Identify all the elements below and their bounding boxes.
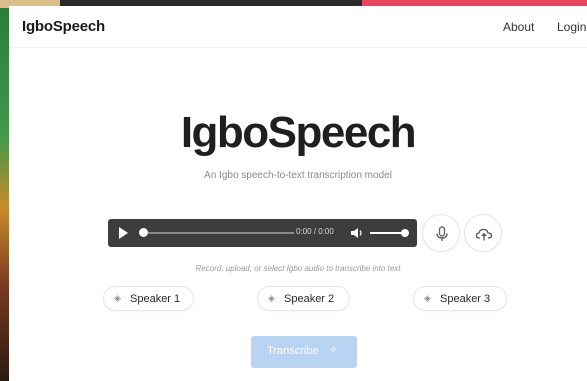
speaker-2-label: Speaker 2	[284, 293, 335, 305]
time-display: 0:00 / 0:00	[296, 227, 334, 236]
seek-bar[interactable]	[144, 232, 294, 234]
transcribe-button[interactable]: Transcribe ✧	[251, 336, 357, 368]
instruction-text: Record, upload, or select Igbo audio to …	[195, 264, 401, 273]
speaker-2-button[interactable]: ◈ Speaker 2	[257, 286, 350, 311]
audio-player: 0:00 / 0:00	[108, 219, 417, 247]
sparkle-icon: ✧	[329, 345, 338, 356]
seek-handle[interactable]	[139, 228, 148, 237]
cloud-upload-icon	[475, 228, 493, 241]
play-icon[interactable]	[119, 227, 128, 239]
page-subtitle: An Igbo speech-to-text transcription mod…	[204, 170, 392, 181]
microphone-icon	[436, 226, 448, 241]
nav-login-link[interactable]: Login	[557, 20, 586, 34]
volume-icon[interactable]	[350, 226, 364, 240]
record-button[interactable]	[422, 214, 460, 252]
volume-handle[interactable]	[401, 229, 409, 237]
top-nav: IgboSpeech About Login	[9, 6, 587, 48]
app-window: IgboSpeech About Login IgboSpeech An Igb…	[9, 6, 587, 381]
speaker-icon: ◈	[424, 293, 431, 303]
speaker-3-button[interactable]: ◈ Speaker 3	[413, 286, 507, 311]
brand-logo[interactable]: IgboSpeech	[22, 18, 105, 35]
upload-button[interactable]	[464, 214, 502, 252]
page-title: IgboSpeech	[180, 108, 417, 157]
speaker-1-button[interactable]: ◈ Speaker 1	[103, 286, 194, 311]
nav-about-link[interactable]: About	[503, 20, 534, 34]
speaker-icon: ◈	[268, 293, 275, 303]
speaker-1-label: Speaker 1	[130, 293, 181, 305]
speaker-icon: ◈	[114, 293, 121, 303]
transcribe-label: Transcribe	[267, 345, 319, 357]
speaker-3-label: Speaker 3	[440, 293, 491, 305]
